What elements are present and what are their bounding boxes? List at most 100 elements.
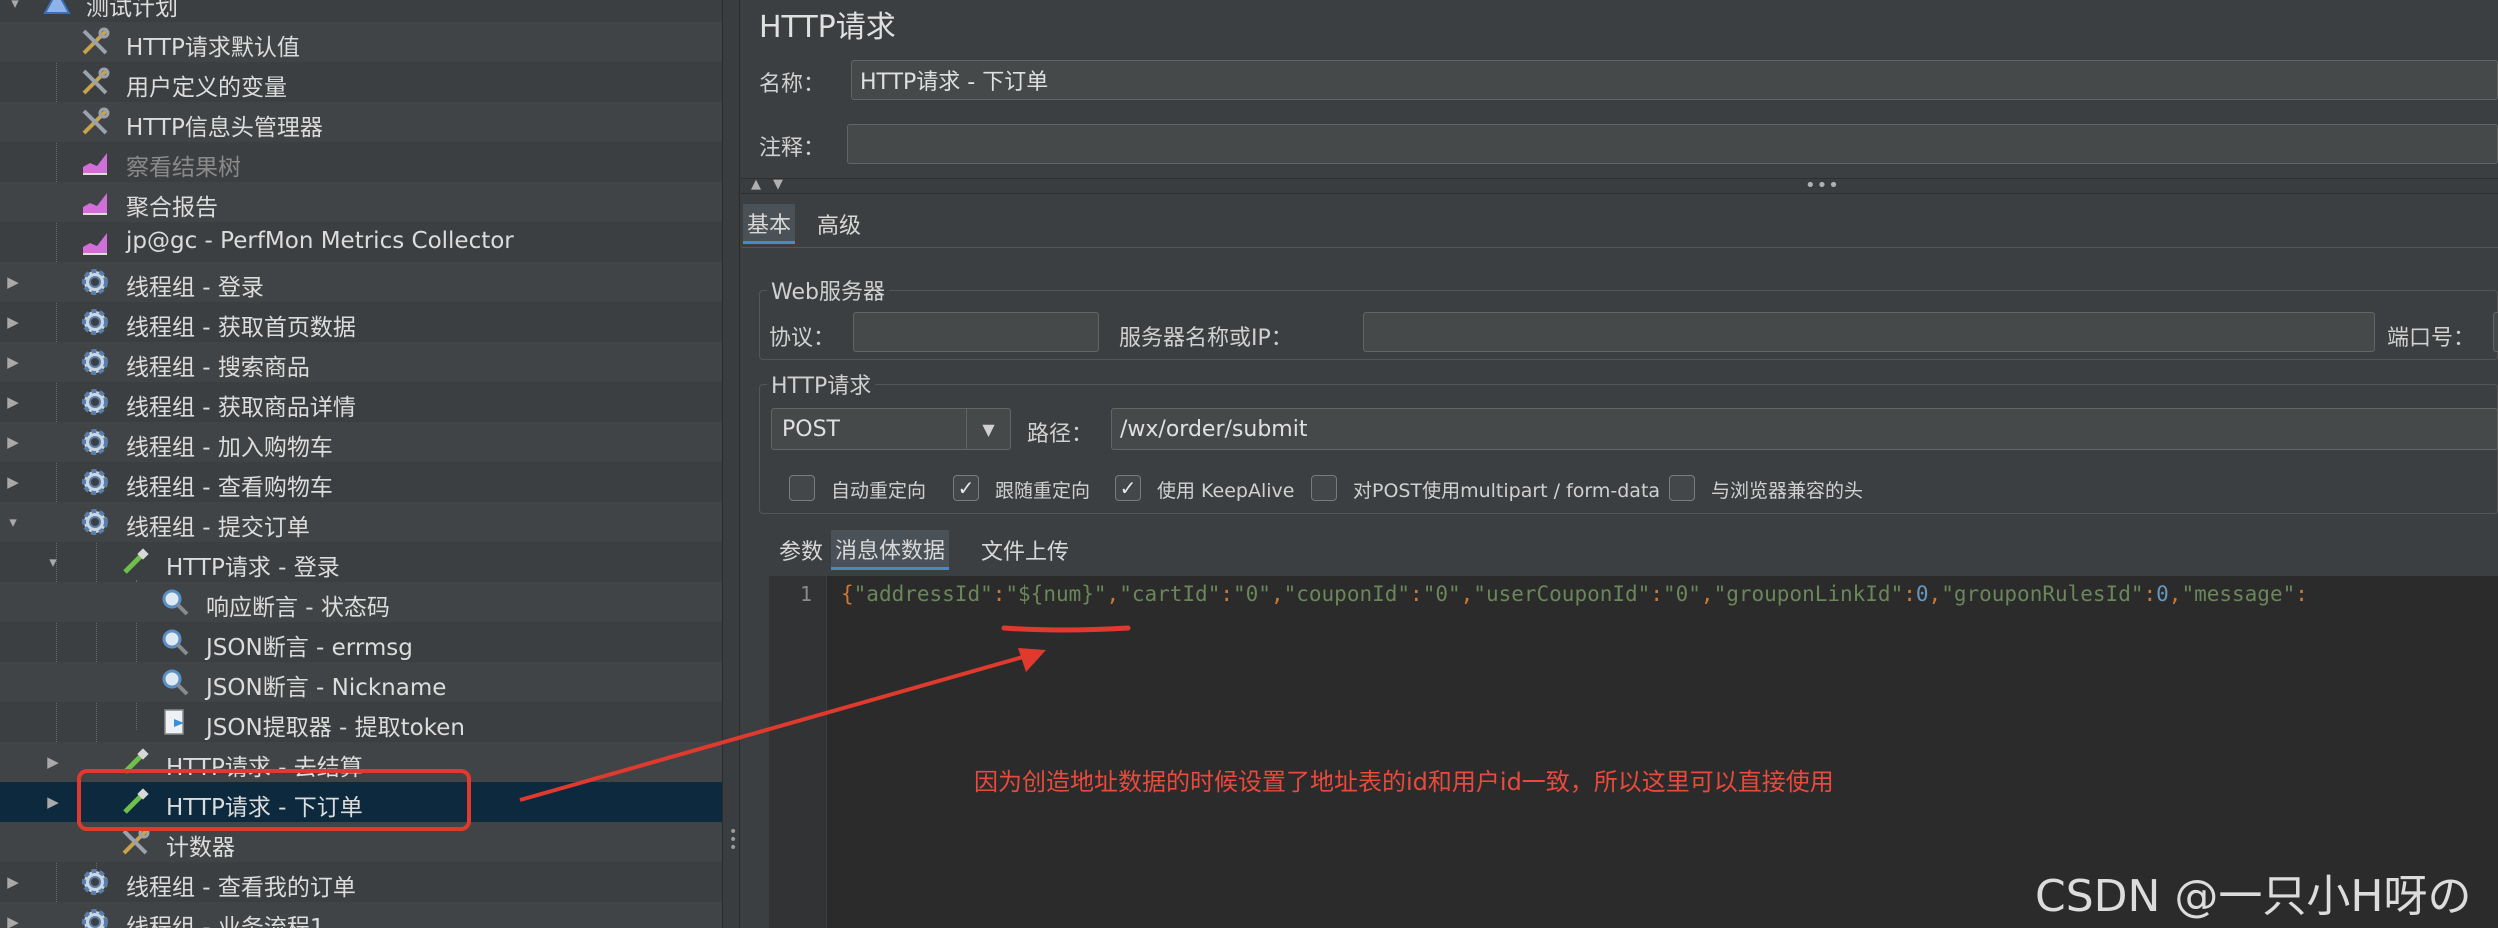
tree-item[interactable]: 用户定义的变量	[0, 62, 722, 102]
path-label: 路径：	[1027, 422, 1094, 447]
pipette-icon	[118, 745, 152, 779]
server-label: 服务器名称或IP：	[1119, 326, 1293, 351]
splitter-grip-icon[interactable]: • • •	[729, 825, 737, 855]
drag-grip-icon[interactable]: •••	[1805, 175, 1840, 196]
method-select[interactable]: POST ▼	[771, 408, 1011, 450]
protocol-input[interactable]	[853, 312, 1099, 352]
chevron-right-icon[interactable]: ▶	[6, 473, 20, 491]
tree-item[interactable]: ▶ 线程组 - 获取首页数据	[0, 302, 722, 342]
graph-icon	[78, 225, 112, 259]
pane-splitter[interactable]: • • •	[722, 0, 740, 928]
line-number: 1	[799, 582, 812, 606]
tree-item[interactable]: ▶ 线程组 - 加入购物车	[0, 422, 722, 462]
gear-icon	[78, 465, 112, 499]
tree-item-label: 线程组 - 获取首页数据	[126, 315, 356, 341]
tree-item-label: 用户定义的变量	[126, 75, 287, 101]
comment-input[interactable]	[847, 124, 2498, 164]
tree-item[interactable]: HTTP请求默认值	[0, 22, 722, 62]
tree-item[interactable]: ▶ 线程组 - 登录	[0, 262, 722, 302]
chevron-right-icon[interactable]: ▶	[6, 913, 20, 928]
tree-item[interactable]: JSON提取器 - 提取token	[0, 702, 722, 742]
magnifier-icon	[158, 625, 192, 659]
path-input[interactable]: /wx/order/submit	[1111, 408, 2498, 450]
chevron-down-icon[interactable]: ▾	[6, 513, 20, 531]
line-number-gutter: 1	[769, 576, 827, 928]
tab-body-data[interactable]: 消息体数据	[831, 530, 950, 570]
checkbox-label: 使用 KeepAlive	[1157, 480, 1295, 502]
tree-item[interactable]: ▾ 线程组 - 提交订单	[0, 502, 722, 542]
checkbox[interactable]: ✓	[1115, 475, 1141, 501]
checkbox-label: 跟随重定向	[995, 480, 1091, 502]
tree-root-label: 测试计划	[86, 0, 178, 21]
tree-item[interactable]: 计数器	[0, 822, 722, 862]
tab-file-upload[interactable]: 文件上传	[977, 530, 1073, 570]
wrench-icon	[78, 65, 112, 99]
checkbox[interactable]	[1311, 475, 1337, 501]
wrench-icon	[78, 105, 112, 139]
port-input[interactable]	[2493, 312, 2498, 352]
panel-title: HTTP请求	[759, 10, 896, 45]
tree-item[interactable]: ▶ HTTP请求 - 去结算	[0, 742, 722, 782]
tree-item[interactable]: HTTP信息头管理器	[0, 102, 722, 142]
checkbox[interactable]	[1669, 475, 1695, 501]
wrench-icon	[118, 825, 152, 859]
server-input[interactable]	[1363, 312, 2375, 352]
chevron-down-icon[interactable]: ▼	[966, 409, 1010, 449]
magnifier-icon	[158, 665, 192, 699]
name-input[interactable]: HTTP请求 - 下订单	[851, 60, 2498, 100]
gear-icon	[78, 865, 112, 899]
checkbox[interactable]: ✓	[953, 475, 979, 501]
tree-item[interactable]: ▾ HTTP请求 - 登录	[0, 542, 722, 582]
name-label: 名称：	[759, 72, 826, 97]
tree-item-label: JSON断言 - Nickname	[206, 675, 447, 701]
tree-item[interactable]: ▶ 线程组 - 查看我的订单	[0, 862, 722, 902]
tree-item[interactable]: JSON断言 - errmsg	[0, 622, 722, 662]
annotation-text: 因为创造地址数据的时候设置了地址表的id和用户id一致，所以这里可以直接使用	[974, 768, 1834, 796]
tree-item[interactable]: 响应断言 - 状态码	[0, 582, 722, 622]
graph-icon	[78, 145, 112, 179]
chevron-right-icon[interactable]: ▶	[6, 433, 20, 451]
wrench-icon	[78, 25, 112, 59]
tab-advanced[interactable]: 高级	[813, 204, 865, 244]
tree-item-label: 线程组 - 业务流程1	[126, 915, 325, 928]
tab-parameters[interactable]: 参数	[775, 530, 827, 570]
collapse-down-icon[interactable]: ▼	[773, 177, 783, 192]
pipette-icon	[118, 545, 152, 579]
gear-icon	[78, 265, 112, 299]
chevron-right-icon[interactable]: ▶	[6, 273, 20, 291]
tree-item[interactable]: ▶ 线程组 - 业务流程1	[0, 902, 722, 928]
body-code-line[interactable]: {"addressId":"${num}","cartId":"0","coup…	[841, 582, 2308, 606]
web-server-group-title: Web服务器	[767, 274, 889, 306]
tree-item[interactable]: ▶ 线程组 - 搜索商品	[0, 342, 722, 382]
chevron-right-icon[interactable]: ▶	[46, 793, 60, 811]
tree-root-row[interactable]: ▾ 测试计划	[0, 0, 722, 22]
tree-item-label: 线程组 - 查看我的订单	[126, 875, 356, 901]
chevron-down-icon[interactable]: ▾	[46, 553, 60, 571]
tree-item[interactable]: ▶ HTTP请求 - 下订单	[0, 782, 722, 822]
tree-item[interactable]: 聚合报告	[0, 182, 722, 222]
gear-icon	[78, 505, 112, 539]
chevron-right-icon[interactable]: ▶	[6, 353, 20, 371]
gear-icon	[78, 385, 112, 419]
tree-item[interactable]: ▶ 线程组 - 查看购物车	[0, 462, 722, 502]
chevron-right-icon[interactable]: ▶	[46, 753, 60, 771]
chevron-right-icon[interactable]: ▶	[6, 873, 20, 891]
comment-label: 注释：	[759, 136, 826, 161]
chevron-right-icon[interactable]: ▶	[6, 393, 20, 411]
tree-item[interactable]: JSON断言 - Nickname	[0, 662, 722, 702]
tree-item-label: 线程组 - 查看购物车	[126, 475, 333, 501]
chevron-down-icon[interactable]: ▾	[8, 0, 22, 12]
tree-item[interactable]: jp@gc - PerfMon Metrics Collector	[0, 222, 722, 262]
tree-item-label: HTTP请求 - 下订单	[166, 795, 363, 821]
chevron-right-icon[interactable]: ▶	[6, 313, 20, 331]
tree-item[interactable]: ▶ 线程组 - 获取商品详情	[0, 382, 722, 422]
collapse-divider[interactable]: ▲ ▼ •••	[741, 175, 2498, 196]
test-plan-tree: ▾ 测试计划 HTTP请求默认值用户定义的变量 HTTP信息头管理器 察看结果树 聚合…	[0, 0, 722, 928]
tab-basic[interactable]: 基本	[743, 204, 796, 244]
tree-item-label: 线程组 - 加入购物车	[126, 435, 333, 461]
checkbox[interactable]	[789, 475, 815, 501]
http-request-group-title: HTTP请求	[767, 368, 876, 400]
tree-item-label: 线程组 - 获取商品详情	[126, 395, 356, 421]
tree-item[interactable]: 察看结果树	[0, 142, 722, 182]
collapse-up-icon[interactable]: ▲	[751, 177, 761, 192]
